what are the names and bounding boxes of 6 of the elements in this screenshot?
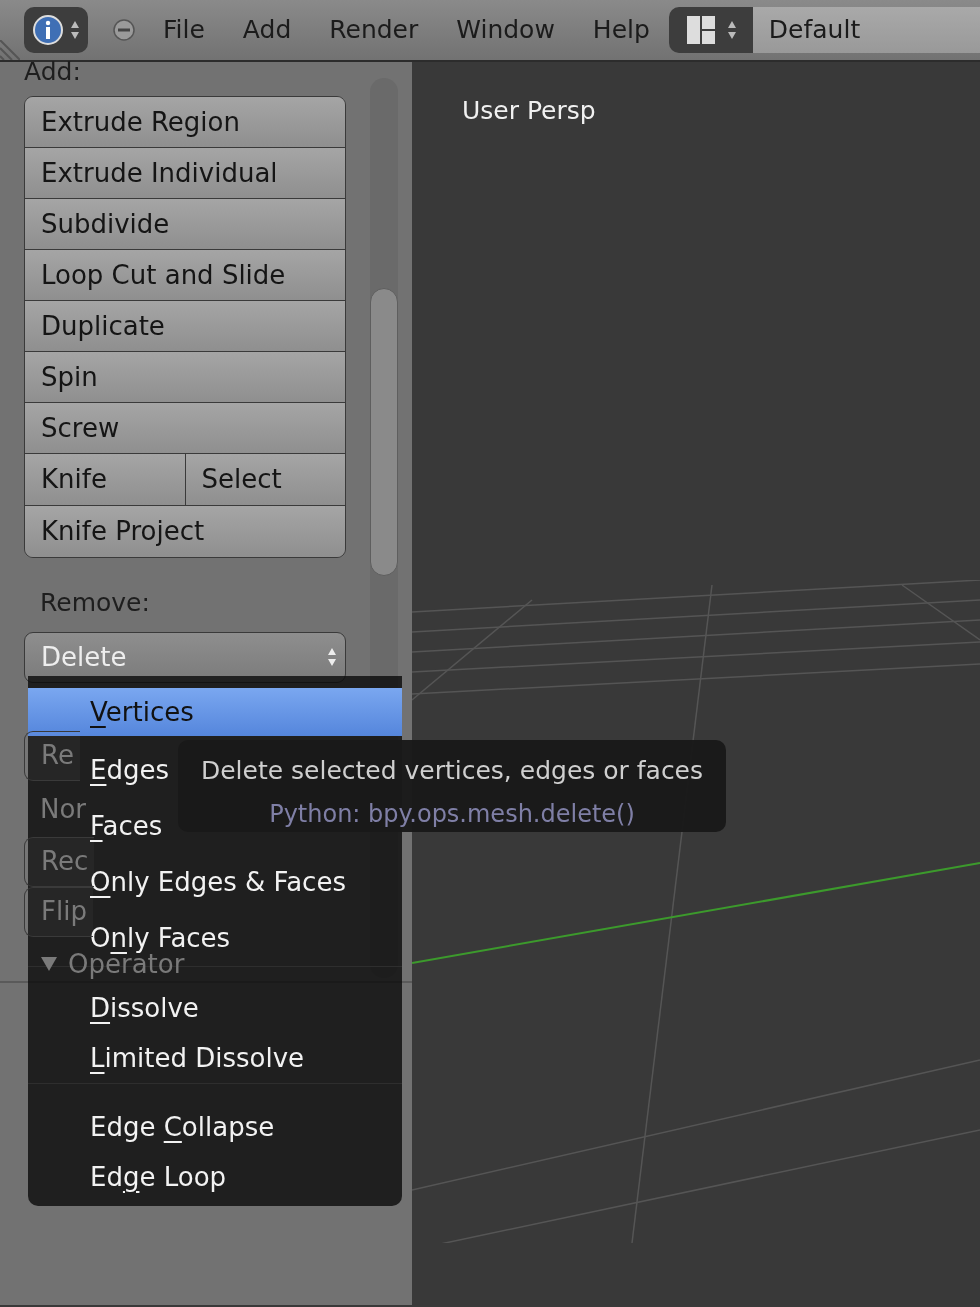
section-label: Remove: — [40, 587, 151, 619]
section-label: Nor — [40, 792, 87, 826]
tooltip-text: Delete selected vertices, edges or faces — [199, 755, 705, 787]
section-label: Add: — [24, 62, 82, 88]
viewport-label: User Persp — [462, 95, 596, 127]
python-path-text: Python: bpy.ops.mesh.delete() — [268, 798, 636, 830]
